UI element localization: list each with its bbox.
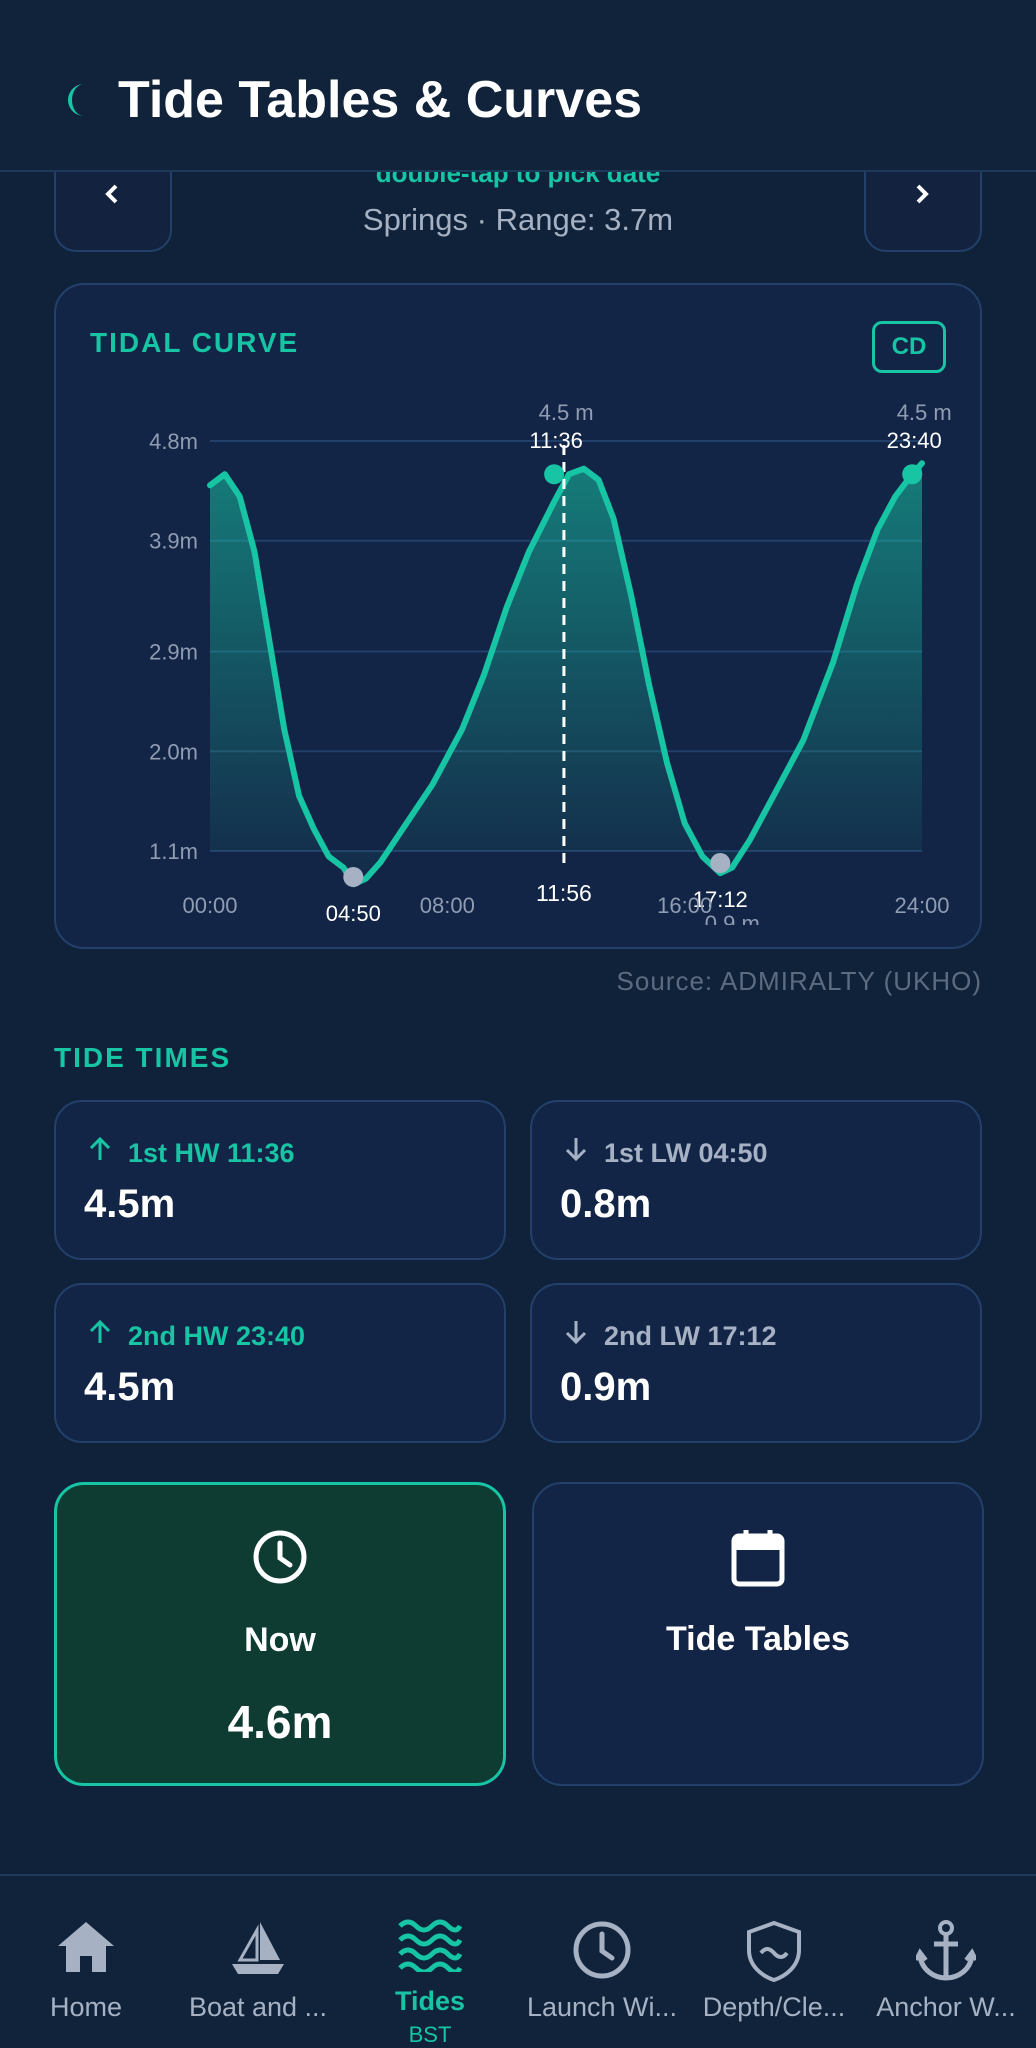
chevron-left-icon — [105, 184, 118, 204]
sailboat-icon — [232, 1922, 284, 1974]
tide-card-2nd-hw[interactable]: 2nd HW 23:40 4.5m — [54, 1283, 506, 1443]
chevron-right-icon — [916, 184, 929, 204]
clock-icon — [573, 1921, 631, 1979]
high-water-time-label: 23:40 — [887, 428, 942, 453]
shield-wave-icon — [747, 1920, 801, 1982]
moon-icon — [68, 84, 84, 116]
arrow-up-icon — [89, 1136, 111, 1160]
now-height: 4.6m — [227, 1696, 333, 1748]
nav-label: Boat and ... — [188, 1992, 328, 2022]
high-water-time-label: 11:36 — [529, 428, 582, 453]
nav-label: Anchor W... — [876, 1992, 1016, 2022]
nav-label: Home — [49, 1992, 123, 2022]
high-water-point — [544, 464, 565, 485]
x-tick-label: 24:00 — [894, 893, 949, 918]
nav-item-launch-window[interactable]: Launch Wi... — [516, 1876, 688, 2048]
timezone-label: BST — [408, 2022, 452, 2047]
home-icon — [58, 1922, 114, 1972]
y-tick-label: 3.9m — [149, 529, 198, 554]
tide-card-label-text: 1st HW 11:36 — [128, 1138, 295, 1168]
now-time-label: 11:56 — [536, 880, 592, 906]
tide-card-height: 0.9m — [560, 1365, 652, 1409]
arrow-down-icon — [565, 1321, 587, 1345]
tide-card-label-text: 2nd LW 17:12 — [604, 1321, 777, 1351]
tide-card-label: 2nd HW 23:40 — [86, 1319, 305, 1352]
tide-tables-label: Tide Tables — [666, 1620, 850, 1658]
tide-card-height: 0.8m — [560, 1182, 652, 1226]
anchor-icon — [916, 1920, 976, 1981]
arrow-down-icon — [565, 1138, 587, 1162]
x-tick-label: 16:00 — [657, 893, 712, 918]
nav-item-tides[interactable]: Tides BST — [344, 1876, 516, 2048]
tide-card-height: 4.5m — [84, 1182, 176, 1226]
y-tick-label: 4.8m — [149, 429, 198, 454]
now-label: Now — [244, 1621, 316, 1659]
waves-icon — [398, 1919, 462, 1972]
app-header: Tide Tables & Curves — [0, 0, 1036, 172]
data-source: Source: ADMIRALTY (UKHO) — [616, 966, 982, 996]
arrow-up-icon — [89, 1319, 111, 1343]
nav-item-depth-clearance[interactable]: Depth/Cle... — [688, 1876, 860, 2048]
low-water-point — [710, 853, 731, 873]
high-water-height-label: 4.5 m — [897, 400, 952, 425]
low-water-time-label: 04:50 — [326, 901, 381, 926]
nav-item-boat[interactable]: Boat and ... — [172, 1876, 344, 2048]
now-button[interactable]: Now 4.6m — [54, 1482, 506, 1786]
page-title: Tide Tables & Curves — [118, 71, 643, 129]
y-tick-label: 2.9m — [149, 640, 198, 665]
tide-card-1st-lw[interactable]: 1st LW 04:50 0.8m — [530, 1100, 982, 1260]
tide-card-label: 1st LW 04:50 — [562, 1136, 768, 1169]
nav-label: Launch Wi... — [526, 1992, 678, 2022]
tidal-curve-chart[interactable]: 4.8m 3.9m 2.9m 2.0m 1.1m 11:56 4.5 m 11:36 4.5 m… — [56, 285, 984, 951]
tide-card-2nd-lw[interactable]: 2nd LW 17:12 0.9m — [530, 1283, 982, 1443]
low-water-height-label: 0.9 m — [705, 911, 760, 936]
nav-label: Depth/Cle... — [702, 1992, 846, 2022]
tide-tables-button[interactable]: Tide Tables — [532, 1482, 984, 1786]
tide-card-height: 4.5m — [84, 1365, 176, 1409]
tidal-curve-card: TIDAL CURVE CD 4.8m 3.9m 2.9m 2.0m 1.1m 11:56… — [54, 283, 982, 949]
x-tick-label: 08:00 — [420, 893, 475, 918]
nav-label: Tides — [394, 1986, 466, 2016]
nav-item-home[interactable]: Home — [0, 1876, 172, 2048]
tide-area — [210, 463, 922, 885]
nav-item-anchor-watch[interactable]: Anchor W... — [860, 1876, 1032, 2048]
clock-icon — [253, 1530, 307, 1584]
x-tick-label: 00:00 — [182, 893, 237, 918]
high-water-height-label: 4.5 m — [539, 400, 594, 425]
tide-times-heading: TIDE TIMES — [54, 1042, 232, 1073]
calendar-icon — [731, 1530, 785, 1587]
tide-card-1st-hw[interactable]: 1st HW 11:36 4.5m — [54, 1100, 506, 1260]
high-water-point — [902, 464, 923, 485]
y-tick-label: 1.1m — [149, 839, 198, 864]
bottom-navigation: Home Boat and ... Tides BST Launch Wi... — [0, 1874, 1036, 2048]
tide-card-label: 2nd LW 17:12 — [562, 1319, 777, 1352]
y-tick-label: 2.0m — [149, 739, 198, 764]
tide-card-label-text: 2nd HW 23:40 — [128, 1321, 306, 1351]
tide-range-subtitle: Springs · Range: 3.7m — [362, 202, 674, 237]
tide-card-label: 1st HW 11:36 — [86, 1136, 295, 1169]
low-water-point — [343, 867, 364, 887]
date-navigator: double-tap to pick date Springs · Range:… — [0, 132, 1036, 252]
tide-card-label-text: 1st LW 04:50 — [604, 1138, 768, 1168]
